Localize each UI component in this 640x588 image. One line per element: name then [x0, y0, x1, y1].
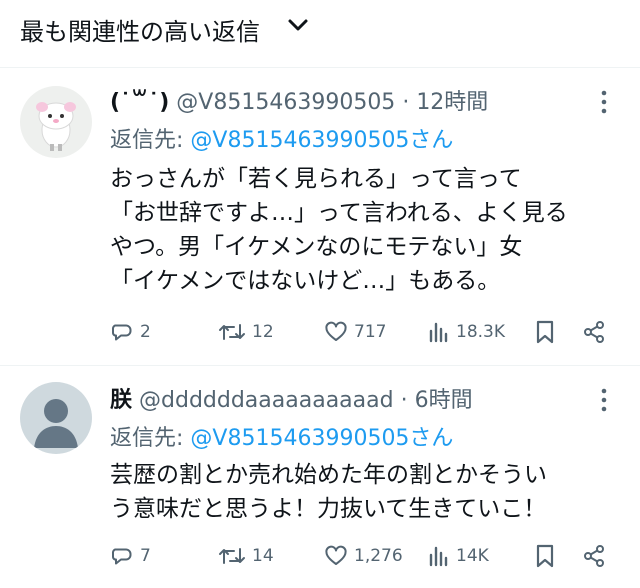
reply-icon	[111, 548, 132, 565]
analytics-icon	[429, 546, 448, 567]
share-icon	[584, 545, 604, 567]
reply-button[interactable]: 7	[110, 541, 151, 571]
avatar[interactable]	[20, 382, 92, 454]
heart-icon	[325, 321, 347, 341]
bookmark-button[interactable]	[534, 317, 556, 347]
bookmark-icon	[536, 320, 554, 344]
view-count: 18.3K	[456, 322, 505, 342]
reply-to-mention[interactable]: @V8515463990505さん	[190, 426, 453, 451]
reply-tweet[interactable]: 朕 @ddddddaaaaaaaaaad · 6時間 返信先: @V851546…	[0, 366, 640, 588]
reply-to-line: 返信先: @V8515463990505さん	[110, 420, 453, 452]
tweet-text: おっさんが「若く見られる」って言って 「お世辞ですよ…」って言われる、よく見る …	[110, 166, 568, 294]
retweet-button[interactable]: 12	[218, 317, 274, 347]
tweet-actions: 2 12 717 18.3K	[110, 317, 620, 347]
analytics-icon	[429, 322, 448, 343]
reply-icon	[111, 324, 132, 341]
share-icon	[584, 321, 604, 343]
reply-count: 2	[140, 322, 151, 342]
reply-to-mention[interactable]: @V8515463990505さん	[190, 128, 453, 153]
views-button[interactable]: 18.3K	[428, 317, 505, 347]
sort-bar: 最も関連性の高い返信	[0, 0, 640, 68]
share-button[interactable]	[582, 317, 606, 347]
more-options-icon[interactable]	[596, 387, 612, 413]
tweet-text: 芸歴の割とか売れ始めた年の割とかそうい う意味だと思うよ！力抜いて生きていこ！	[110, 462, 547, 522]
retweet-count: 12	[252, 322, 274, 342]
separator: ·	[402, 90, 410, 115]
display-name[interactable]: (˙꒳˙)	[110, 90, 169, 115]
share-button[interactable]	[582, 541, 606, 571]
tweet-actions: 7 14 1,276 14K	[110, 541, 620, 571]
display-name[interactable]: 朕	[110, 388, 132, 413]
retweet-icon	[219, 324, 245, 340]
reply-to-line: 返信先: @V8515463990505さん	[110, 122, 453, 154]
timestamp[interactable]: 6時間	[415, 388, 473, 413]
retweet-button[interactable]: 14	[218, 541, 274, 571]
bookmark-button[interactable]	[534, 541, 556, 571]
tweet-header: 朕 @ddddddaaaaaaaaaad · 6時間	[110, 382, 473, 414]
bookmark-icon	[536, 544, 554, 568]
handle[interactable]: @V8515463990505	[176, 90, 395, 115]
retweet-icon	[219, 548, 245, 564]
view-count: 14K	[456, 546, 489, 566]
timestamp[interactable]: 12時間	[416, 90, 488, 115]
retweet-count: 14	[252, 546, 274, 566]
chevron-down-icon[interactable]	[287, 18, 309, 34]
reply-to-label: 返信先:	[110, 426, 184, 451]
heart-icon	[325, 545, 347, 565]
avatar[interactable]	[20, 86, 92, 158]
reply-to-label: 返信先:	[110, 128, 184, 153]
reply-count: 7	[140, 546, 151, 566]
separator: ·	[400, 388, 408, 413]
like-count: 717	[354, 322, 387, 342]
like-button[interactable]: 717	[324, 317, 386, 347]
sort-label[interactable]: 最も関連性の高い返信	[20, 12, 260, 47]
reply-tweet[interactable]: (˙꒳˙) @V8515463990505 · 12時間 返信先: @V8515…	[0, 68, 640, 366]
handle[interactable]: @ddddddaaaaaaaaaad	[139, 388, 394, 413]
views-button[interactable]: 14K	[428, 541, 489, 571]
more-options-icon[interactable]	[596, 89, 612, 115]
reply-button[interactable]: 2	[110, 317, 151, 347]
tweet-header: (˙꒳˙) @V8515463990505 · 12時間	[110, 84, 488, 116]
like-count: 1,276	[354, 546, 403, 566]
like-button[interactable]: 1,276	[324, 541, 403, 571]
